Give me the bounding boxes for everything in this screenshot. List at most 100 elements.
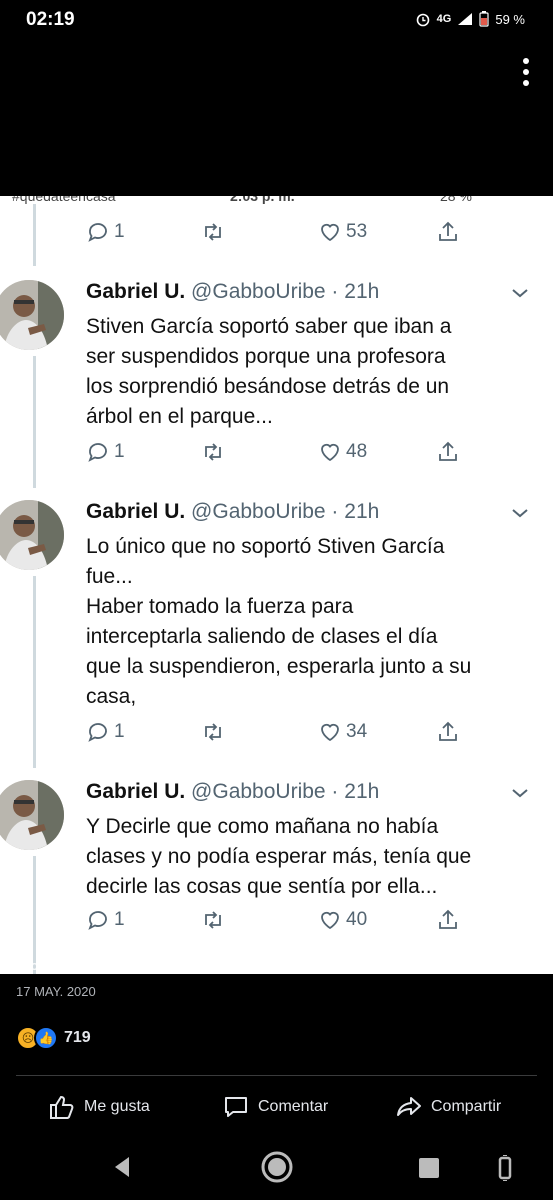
home-icon[interactable]: [260, 1150, 294, 1184]
retweet-button[interactable]: [201, 440, 225, 464]
like-reaction-icon: 👍: [34, 1026, 58, 1050]
author-handle[interactable]: @GabboUribe · 21h: [191, 780, 379, 803]
author-name[interactable]: Gabriel U.: [86, 780, 185, 803]
battery-percent: 59 %: [495, 11, 525, 27]
avatar[interactable]: [0, 500, 64, 570]
reply-button[interactable]: 1: [86, 908, 125, 932]
retweet-icon: [205, 223, 221, 241]
post-image[interactable]: #quedateencasa 2:03 p. m. 28 % 1 53 Gabr…: [0, 196, 553, 974]
share-button[interactable]: [436, 440, 460, 464]
reply-count: 1: [114, 909, 125, 930]
share-button[interactable]: [436, 220, 460, 244]
tweet-header: Gabriel U. @GabboUribe · 21h: [86, 500, 379, 524]
author-name[interactable]: Gabriel U.: [86, 500, 185, 523]
chevron-down-icon[interactable]: [510, 286, 530, 300]
like-button[interactable]: 34: [318, 720, 367, 744]
chevron-down-icon[interactable]: [510, 506, 530, 520]
tweet-line: los sorprendió besándose detrás de un: [86, 375, 450, 398]
retweet-button[interactable]: [201, 220, 225, 244]
avatar[interactable]: [0, 780, 64, 850]
tweet-header: Gabriel U. @GabboUribe · 21h: [86, 280, 379, 304]
status-time: 02:19: [26, 9, 75, 30]
like-count: 48: [346, 441, 368, 462]
author-handle[interactable]: @GabboUribe · 21h: [191, 500, 379, 523]
share-icon: [439, 909, 457, 929]
recents-icon[interactable]: [418, 1157, 440, 1179]
tweet-actions: 1 53: [86, 220, 476, 250]
reply-count: 1: [114, 441, 125, 462]
thread-line: [33, 576, 36, 768]
embedded-status-bar-cut: #quedateencasa 2:03 p. m. 28 %: [0, 196, 553, 206]
avatar[interactable]: [0, 280, 64, 350]
alarm-icon: [416, 13, 429, 27]
network-label: 4G: [436, 13, 452, 25]
android-nav-bar: [0, 1140, 553, 1200]
retweet-button[interactable]: [201, 908, 225, 932]
like-post-button[interactable]: Me gusta: [48, 1093, 150, 1121]
tweet-header: Gabriel U. @GabboUribe · 21h: [86, 780, 379, 804]
share-button[interactable]: [436, 720, 460, 744]
reactions-summary[interactable]: ☹ 👍 719: [16, 1026, 91, 1050]
like-button[interactable]: 48: [318, 440, 367, 464]
cut-time: 2:03 p. m.: [230, 196, 295, 204]
like-count: 53: [346, 221, 368, 242]
like-label: Me gusta: [84, 1098, 150, 1115]
battery-icon: [479, 11, 489, 27]
cut-battery: 28 %: [440, 196, 472, 204]
retweet-icon: [205, 911, 221, 929]
author-handle[interactable]: @GabboUribe · 21h: [191, 280, 379, 303]
divider: [16, 1075, 537, 1076]
image-caption-overlay: Bro, I really felt that: [16, 958, 138, 973]
share-icon: [439, 221, 457, 241]
like-count: 34: [346, 721, 368, 742]
tweet-line: Y Decirle que como mañana no había: [86, 815, 439, 838]
tweet-line: ser suspendidos porque una profesora: [86, 345, 446, 368]
tweet-line: interceptarla saliendo de clases el día: [86, 625, 438, 648]
tweet-text: Lo único que no soportó Stiven García fu…: [86, 532, 526, 712]
tweet-line: clases y no podía esperar más, tenía que: [86, 845, 472, 868]
tweet-line: Haber tomado la fuerza para: [86, 595, 354, 618]
more-options-icon[interactable]: [523, 58, 529, 91]
share-icon: [439, 721, 457, 741]
tweet-line: Stiven García soportó saber que iban a: [86, 315, 452, 338]
share-arrow-icon: [397, 1097, 421, 1116]
rotate-icon[interactable]: [496, 1155, 514, 1181]
heart-icon: [321, 223, 339, 242]
signal-icon: [458, 13, 473, 25]
tweet-line: fue...: [86, 565, 133, 588]
tweet-line: Lo único que no soportó Stiven García: [86, 535, 445, 558]
cut-hashtag: #quedateencasa: [12, 196, 116, 204]
author-name[interactable]: Gabriel U.: [86, 280, 185, 303]
reply-button[interactable]: 1: [86, 220, 125, 244]
share-icon: [439, 441, 457, 461]
thread-line: [33, 204, 36, 266]
share-label: Compartir: [431, 1098, 502, 1115]
reaction-count: 719: [64, 1029, 91, 1046]
reply-button[interactable]: 1: [86, 440, 125, 464]
thumbs-up-icon: [50, 1095, 74, 1119]
like-count: 40: [346, 909, 368, 930]
tweet-actions: 1 40: [86, 908, 476, 938]
tweet-actions: 1 34: [86, 720, 476, 750]
comment-button[interactable]: Comentar: [222, 1093, 328, 1121]
reply-icon: [88, 443, 107, 462]
like-button[interactable]: 53: [318, 220, 367, 244]
tweet-line: árbol en el parque...: [86, 405, 273, 428]
thread-line: [33, 856, 36, 974]
reply-button[interactable]: 1: [86, 720, 125, 744]
status-indicators: 4G 59 %: [415, 11, 525, 27]
reply-icon: [88, 723, 107, 742]
tweet-line: casa,: [86, 685, 137, 708]
post-date: 17 MAY. 2020: [16, 984, 96, 999]
tweet-actions: 1 48: [86, 440, 476, 470]
back-icon[interactable]: [112, 1152, 132, 1182]
reply-icon: [88, 911, 107, 930]
share-button[interactable]: [436, 908, 460, 932]
chevron-down-icon[interactable]: [510, 786, 530, 800]
share-post-button[interactable]: Compartir: [395, 1093, 501, 1121]
retweet-button[interactable]: [201, 720, 225, 744]
heart-icon: [321, 443, 339, 462]
phone-status-bar: 02:19 4G 59 %: [0, 0, 553, 40]
tweet-line: decirle las cosas que sentía por ella...: [86, 875, 438, 898]
like-button[interactable]: 40: [318, 908, 367, 932]
